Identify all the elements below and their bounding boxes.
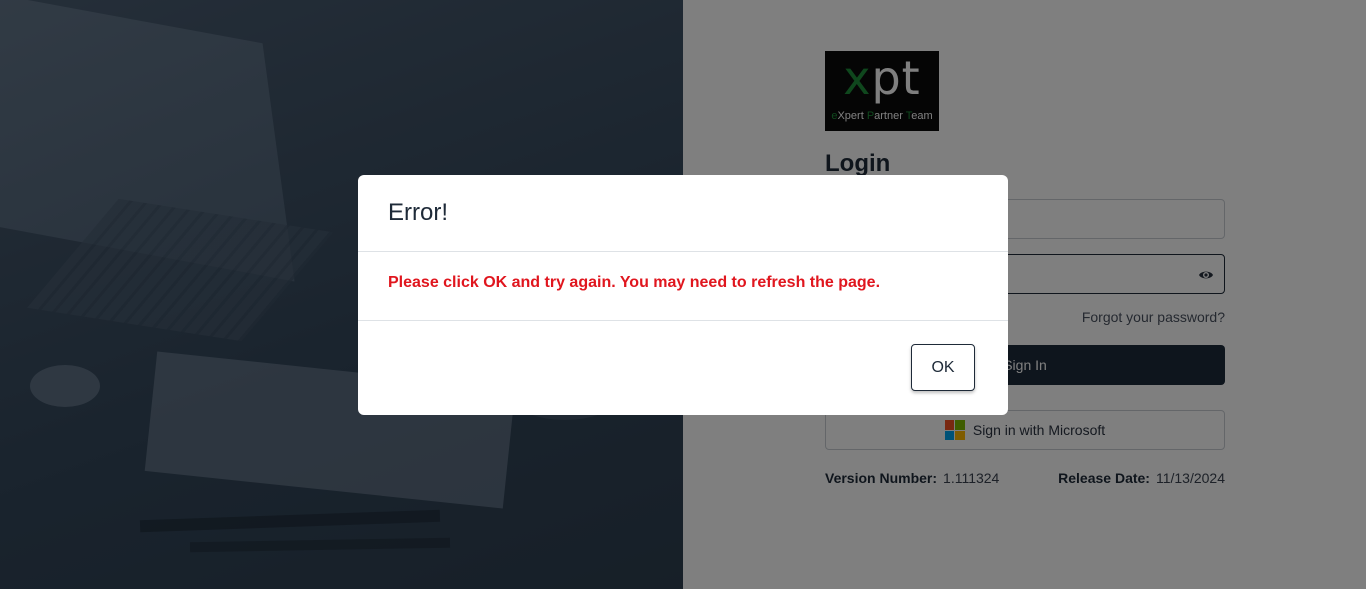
ok-button[interactable]: OK: [911, 344, 975, 391]
error-dialog: Error! Please click OK and try again. Yo…: [358, 175, 1008, 415]
error-message: Please click OK and try again. You may n…: [388, 274, 881, 291]
dialog-body: Please click OK and try again. You may n…: [358, 252, 1008, 321]
dialog-header: Error!: [358, 175, 1008, 252]
dialog-title: Error!: [388, 199, 448, 226]
dialog-footer: OK: [358, 321, 1008, 415]
